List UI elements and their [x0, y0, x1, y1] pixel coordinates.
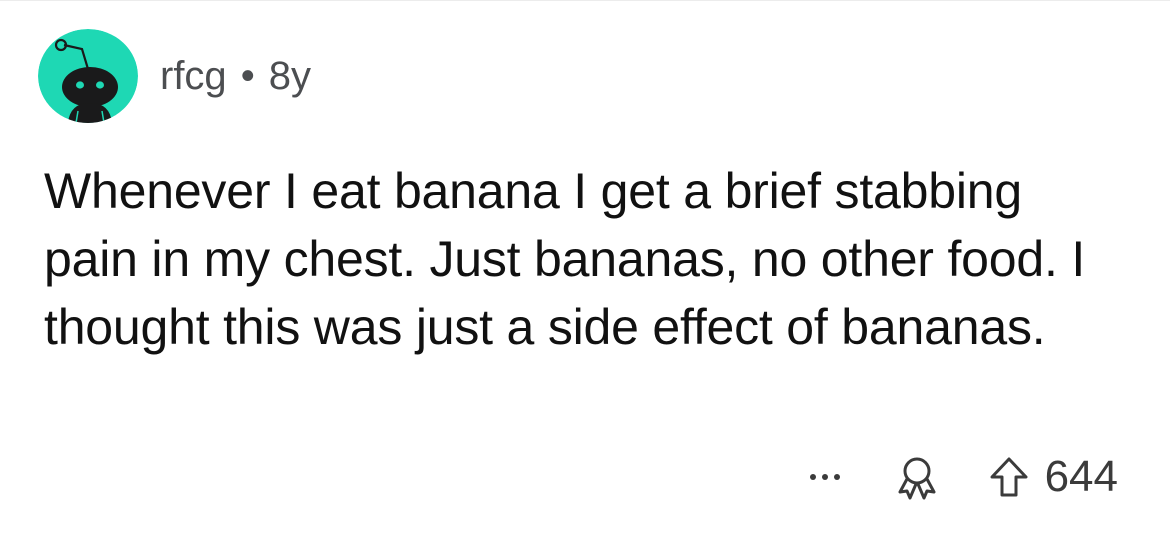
snoo-avatar-icon	[38, 29, 138, 123]
more-options-icon	[833, 474, 840, 480]
more-options-button[interactable]	[803, 457, 847, 497]
comment-body: Whenever I eat banana I get a brief stab…	[44, 163, 1086, 355]
upvote-score: 644	[1044, 452, 1118, 501]
upvote-arrow-icon	[990, 457, 1028, 497]
upvote-button[interactable]	[987, 453, 1031, 501]
award-button[interactable]	[893, 453, 941, 501]
more-options-icon	[809, 474, 816, 480]
meta-separator: •	[240, 54, 255, 98]
comment-header: rfcg • 8y	[38, 29, 311, 123]
more-options-icon	[821, 474, 828, 480]
award-icon	[898, 457, 936, 500]
author-username[interactable]: rfcg	[160, 56, 227, 96]
comment-actions: 644	[803, 449, 1118, 505]
comment-meta: rfcg • 8y	[160, 56, 311, 96]
comment-card: rfcg • 8y Whenever I eat banana I get a …	[0, 0, 1170, 533]
comment-age: 8y	[268, 54, 311, 98]
user-avatar[interactable]	[38, 29, 138, 123]
